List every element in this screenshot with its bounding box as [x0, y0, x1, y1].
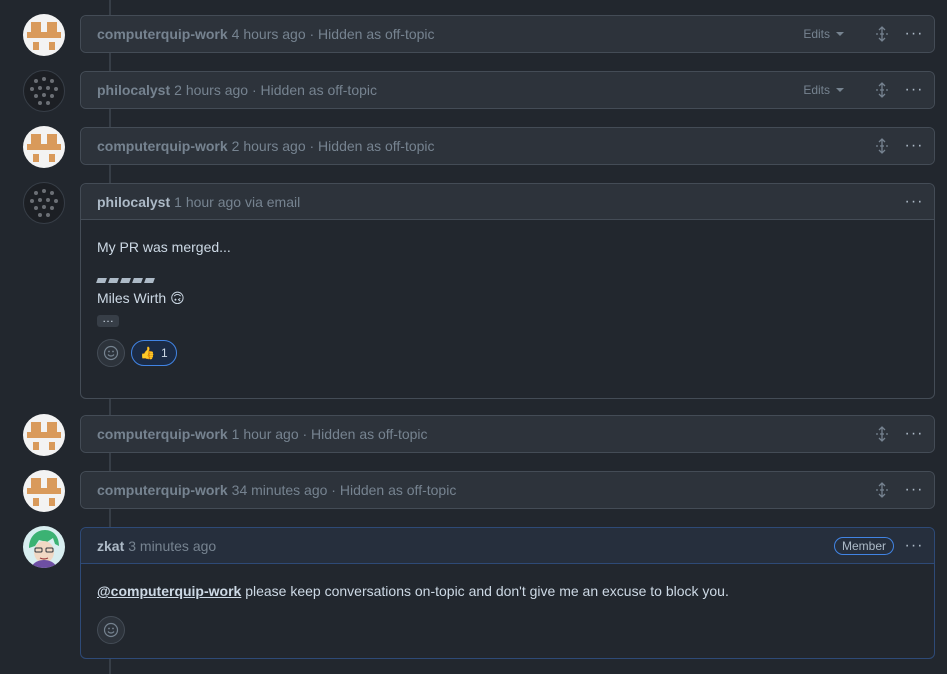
comment-text: My PR was merged... — [97, 239, 231, 255]
reaction-thumbs-up[interactable]: 👍 1 — [131, 340, 177, 366]
comment-collapsed: computerquip-work 4 hours ago · Hidden a… — [80, 15, 935, 53]
avatar-zkat[interactable] — [23, 526, 65, 568]
comment-author[interactable]: zkat — [97, 538, 124, 554]
comment-body: My PR was merged... Miles Wirth 🙃 … 👍 1 — [81, 220, 934, 383]
avatar-computerquip-work[interactable] — [23, 14, 65, 56]
edits-label: Edits — [803, 27, 830, 41]
comment-meta: 4 hours ago · Hidden as off-topic — [231, 26, 435, 42]
comment-author[interactable]: computerquip-work — [97, 26, 228, 42]
avatar-computerquip-work[interactable] — [23, 470, 65, 512]
comment-text-rest: please keep conversations on-topic and d… — [241, 583, 729, 599]
avatar-philocalyst[interactable] — [23, 182, 65, 224]
comment-collapsed: computerquip-work 1 hour ago · Hidden as… — [80, 415, 935, 453]
show-more-button[interactable]: … — [97, 312, 119, 327]
kebab-icon[interactable]: ··· — [902, 478, 926, 502]
kebab-icon[interactable]: ··· — [902, 78, 926, 102]
comment-author[interactable]: computerquip-work — [97, 426, 228, 442]
edits-label: Edits — [803, 83, 830, 97]
smiley-icon — [103, 345, 119, 361]
comment-author[interactable]: philocalyst — [97, 194, 170, 210]
unfold-icon[interactable] — [870, 78, 894, 102]
comment-collapsed: computerquip-work 2 hours ago · Hidden a… — [80, 127, 935, 165]
comment-expanded: philocalyst 1 hour ago via email ··· My … — [80, 183, 935, 399]
signature-name: Miles Wirth 🙃 — [97, 290, 185, 306]
unfold-icon[interactable] — [870, 22, 894, 46]
comment-author[interactable]: computerquip-work — [97, 482, 228, 498]
add-reaction-button[interactable] — [97, 616, 125, 644]
comment-expanded: zkat 3 minutes ago Member ··· @computerq… — [80, 527, 935, 659]
edits-dropdown[interactable]: Edits — [803, 27, 844, 41]
unfold-icon[interactable] — [870, 134, 894, 158]
comment-meta: 2 hours ago · Hidden as off-topic — [174, 82, 378, 98]
comment-meta: 1 hour ago via email — [174, 193, 301, 210]
member-badge: Member — [833, 536, 894, 555]
kebab-icon[interactable]: ··· — [902, 134, 926, 158]
comment-meta: 2 hours ago · Hidden as off-topic — [231, 138, 435, 154]
kebab-icon[interactable]: ··· — [902, 190, 926, 214]
smiley-icon — [103, 622, 119, 638]
kebab-icon[interactable]: ··· — [902, 22, 926, 46]
avatar-philocalyst[interactable] — [23, 70, 65, 112]
comment-collapsed: computerquip-work 34 minutes ago · Hidde… — [80, 471, 935, 509]
comment-author[interactable]: philocalyst — [97, 82, 170, 98]
comment-meta: 3 minutes ago — [128, 537, 217, 554]
comment-collapsed: philocalyst 2 hours ago · Hidden as off-… — [80, 71, 935, 109]
kebab-icon[interactable]: ··· — [902, 534, 926, 558]
comment-meta: 34 minutes ago · Hidden as off-topic — [231, 482, 457, 498]
unfold-icon[interactable] — [870, 422, 894, 446]
thumbs-up-icon: 👍 — [140, 346, 155, 360]
kebab-icon[interactable]: ··· — [902, 422, 926, 446]
add-reaction-button[interactable] — [97, 339, 125, 367]
edits-dropdown[interactable]: Edits — [803, 83, 844, 97]
avatar-computerquip-work[interactable] — [23, 126, 65, 168]
user-mention[interactable]: @computerquip-work — [97, 583, 241, 599]
reaction-count: 1 — [160, 346, 168, 360]
caret-down-icon — [836, 88, 844, 92]
avatar-computerquip-work[interactable] — [23, 414, 65, 456]
comment-meta: 1 hour ago · Hidden as off-topic — [231, 426, 428, 442]
unfold-icon[interactable] — [870, 478, 894, 502]
signature-separator — [96, 278, 918, 283]
comment-text: @computerquip-work please keep conversat… — [97, 580, 918, 602]
caret-down-icon — [836, 32, 844, 36]
comment-body: @computerquip-work please keep conversat… — [81, 564, 934, 660]
comment-author[interactable]: computerquip-work — [97, 138, 228, 154]
